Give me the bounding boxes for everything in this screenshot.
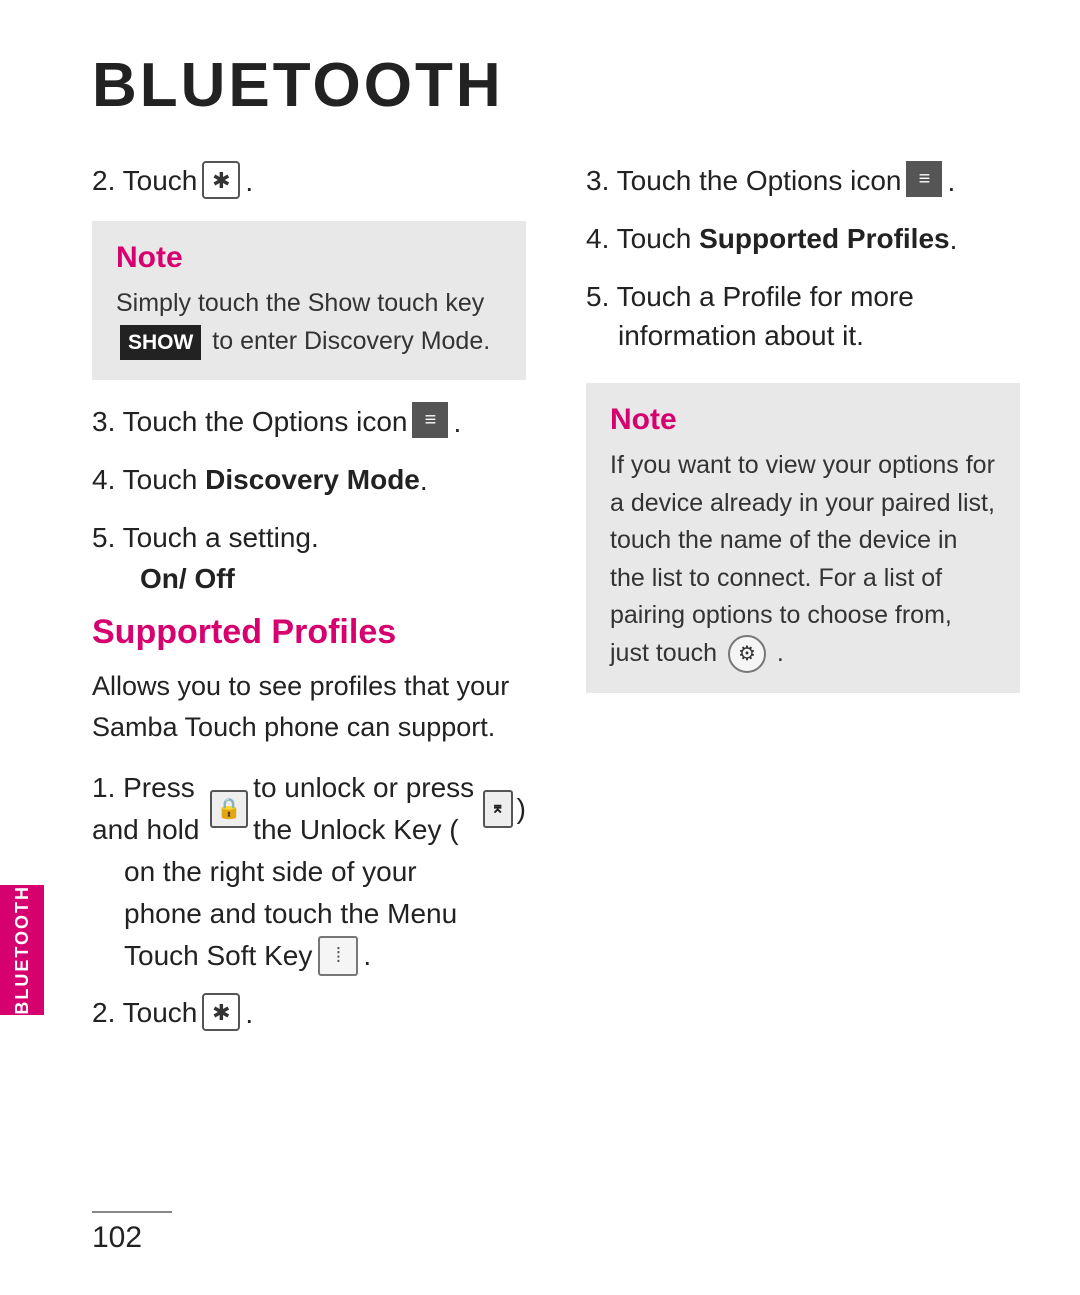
step-4-bold: Discovery Mode bbox=[205, 460, 420, 499]
sub-step-1-cont3: Touch Soft Key ⁞ . bbox=[124, 935, 526, 977]
sub-step-2: 2. Touch ✱ . bbox=[92, 993, 526, 1035]
sub-step-2-period: . bbox=[245, 993, 253, 1035]
step-2-text: 2. Touch bbox=[92, 161, 197, 200]
lock-icon: 🔒 bbox=[210, 790, 248, 828]
section-desc: Allows you to see profiles that your Sam… bbox=[92, 666, 526, 747]
sub-step-1-cont: on the right side of your bbox=[124, 851, 526, 893]
right-column: 3. Touch the Options icon ≡ . 4. Touch S… bbox=[586, 161, 1020, 1181]
step-3-right-period: . bbox=[947, 161, 955, 203]
bluetooth-icon-1: ✱ bbox=[202, 161, 240, 199]
step-3-left: 3. Touch the Options icon ≡ . bbox=[92, 402, 526, 444]
note-text-2: If you want to view your options for a d… bbox=[610, 447, 996, 673]
supported-profiles-heading: Supported Profiles bbox=[92, 613, 526, 652]
sub-step-1-mid: to unlock or press the Unlock Key ( bbox=[253, 767, 479, 851]
options-icon-left: ≡ bbox=[412, 402, 448, 438]
sub-step-2-text: 2. Touch bbox=[92, 993, 197, 1032]
step-4-left: 4. Touch Discovery Mode . bbox=[92, 460, 526, 502]
sub-step-1-cont2: phone and touch the Menu bbox=[124, 893, 526, 935]
step-4-right-period: . bbox=[950, 219, 958, 261]
on-off-label: On/ Off bbox=[140, 563, 526, 595]
note-title-2: Note bbox=[610, 403, 996, 437]
sub-step-1-prefix: 1. Press and hold bbox=[92, 767, 205, 851]
note-text-1: Simply touch the Show touch key SHOW to … bbox=[116, 285, 502, 360]
step-5-left: 5. Touch a setting. bbox=[92, 518, 526, 557]
two-column-layout: 2. Touch ✱ . Note Simply touch the Show … bbox=[92, 161, 1020, 1181]
note-text-2-end: . bbox=[777, 639, 784, 667]
step-5-right-line1: 5. Touch a Profile for more bbox=[586, 277, 1020, 316]
options-icon-right: ≡ bbox=[906, 161, 942, 197]
step-3-right-text: 3. Touch the Options icon bbox=[586, 161, 901, 200]
step-5-right: 5. Touch a Profile for more information … bbox=[586, 277, 1020, 355]
step-2: 2. Touch ✱ . bbox=[92, 161, 526, 203]
note-text-2-body: If you want to view your options for a d… bbox=[610, 451, 995, 667]
sub-step-1: 1. Press and hold 🔒 to unlock or press t… bbox=[92, 767, 526, 977]
sub-step-1-line1: 1. Press and hold 🔒 to unlock or press t… bbox=[92, 767, 526, 851]
step-5-text: 5. Touch a setting. bbox=[92, 518, 319, 557]
main-content: BLUETOOTH 2. Touch ✱ . Note Simply touch… bbox=[52, 0, 1080, 1295]
sidebar: BLUETOOTH bbox=[0, 0, 52, 1295]
step-5-right-line2: information about it. bbox=[618, 316, 1020, 355]
step-4-period: . bbox=[420, 460, 428, 502]
step-2-period: . bbox=[245, 161, 253, 203]
page-title: BLUETOOTH bbox=[92, 50, 1020, 121]
step-4-right-prefix: 4. Touch bbox=[586, 219, 691, 258]
step-4-prefix: 4. Touch bbox=[92, 460, 197, 499]
note-box-1: Note Simply touch the Show touch key SHO… bbox=[92, 221, 526, 380]
step-3-right: 3. Touch the Options icon ≡ . bbox=[586, 161, 1020, 203]
bluetooth-icon-2: ✱ bbox=[202, 993, 240, 1031]
step-3-period: . bbox=[453, 402, 461, 444]
menu-grid-icon: ⁞ bbox=[318, 936, 358, 976]
footer-divider bbox=[92, 1211, 172, 1213]
sidebar-tab: BLUETOOTH bbox=[0, 885, 44, 1015]
gear-icon: ⚙ bbox=[728, 635, 766, 673]
note-text-1a: Simply touch the Show touch key bbox=[116, 289, 484, 317]
note-title-1: Note bbox=[116, 241, 502, 275]
note-text-1b: to enter Discovery Mode. bbox=[212, 327, 490, 355]
step-4-right: 4. Touch Supported Profiles . bbox=[586, 219, 1020, 261]
page-number: 102 bbox=[92, 1221, 1020, 1255]
unlock-key-icon: ⌆ bbox=[483, 790, 513, 828]
show-key: SHOW bbox=[120, 325, 201, 361]
step-3-left-text: 3. Touch the Options icon bbox=[92, 402, 407, 441]
page-footer: 102 bbox=[92, 1181, 1020, 1255]
step-4-right-bold: Supported Profiles bbox=[699, 219, 949, 258]
sub-step-1-paren: ) bbox=[517, 788, 526, 830]
left-column: 2. Touch ✱ . Note Simply touch the Show … bbox=[92, 161, 526, 1181]
note-box-2: Note If you want to view your options fo… bbox=[586, 383, 1020, 693]
sidebar-label: BLUETOOTH bbox=[12, 885, 33, 1015]
